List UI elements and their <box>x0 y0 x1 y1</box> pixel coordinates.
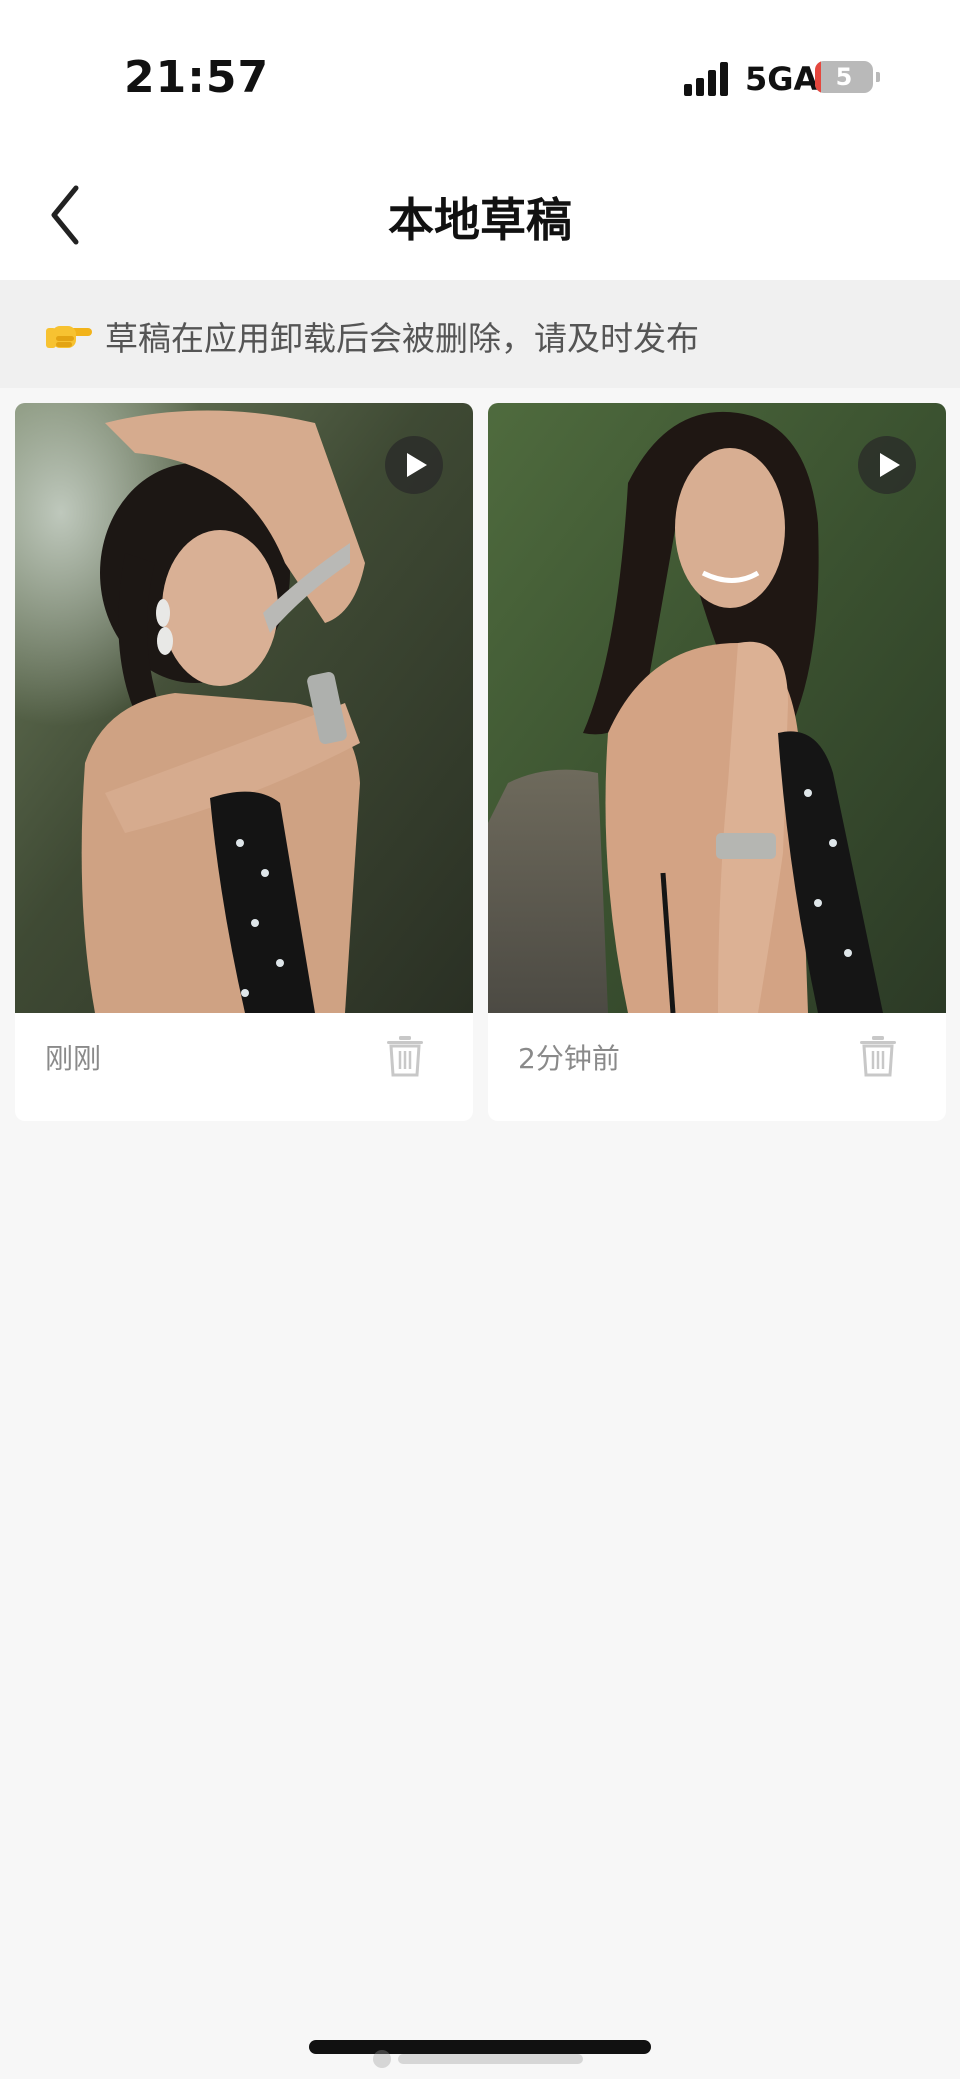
play-icon <box>407 453 427 477</box>
draft-timestamp: 刚刚 <box>45 1042 102 1075</box>
delete-button[interactable] <box>385 1035 425 1077</box>
pointing-hand-icon <box>46 314 94 354</box>
draft-thumbnail[interactable] <box>15 403 473 1013</box>
play-icon <box>880 453 900 477</box>
network-type: 5GA <box>745 60 819 98</box>
draft-card[interactable]: 2分钟前 <box>488 403 946 1121</box>
battery-tip <box>876 72 880 82</box>
battery-icon: 5 <box>815 61 873 93</box>
page-title: 本地草稿 <box>388 193 572 247</box>
notice-banner: 草稿在应用卸载后会被删除，请及时发布 <box>0 280 960 388</box>
notice-text: 草稿在应用卸载后会被删除，请及时发布 <box>105 319 699 358</box>
watermark <box>370 2048 590 2070</box>
draft-timestamp: 2分钟前 <box>518 1042 620 1075</box>
draft-card[interactable]: 刚刚 <box>15 403 473 1121</box>
trash-icon <box>387 1036 423 1077</box>
draft-thumbnail[interactable] <box>488 403 946 1013</box>
trash-icon <box>860 1036 896 1077</box>
battery-level: 5 <box>835 63 853 91</box>
play-button[interactable] <box>385 436 443 494</box>
play-button[interactable] <box>858 436 916 494</box>
delete-button[interactable] <box>858 1035 898 1077</box>
nav-bar: 本地草稿 <box>0 140 960 280</box>
status-bar: 21:57 5GA 5 <box>0 0 960 140</box>
status-time: 21:57 <box>124 52 270 103</box>
signal-strength-icon <box>684 60 732 96</box>
